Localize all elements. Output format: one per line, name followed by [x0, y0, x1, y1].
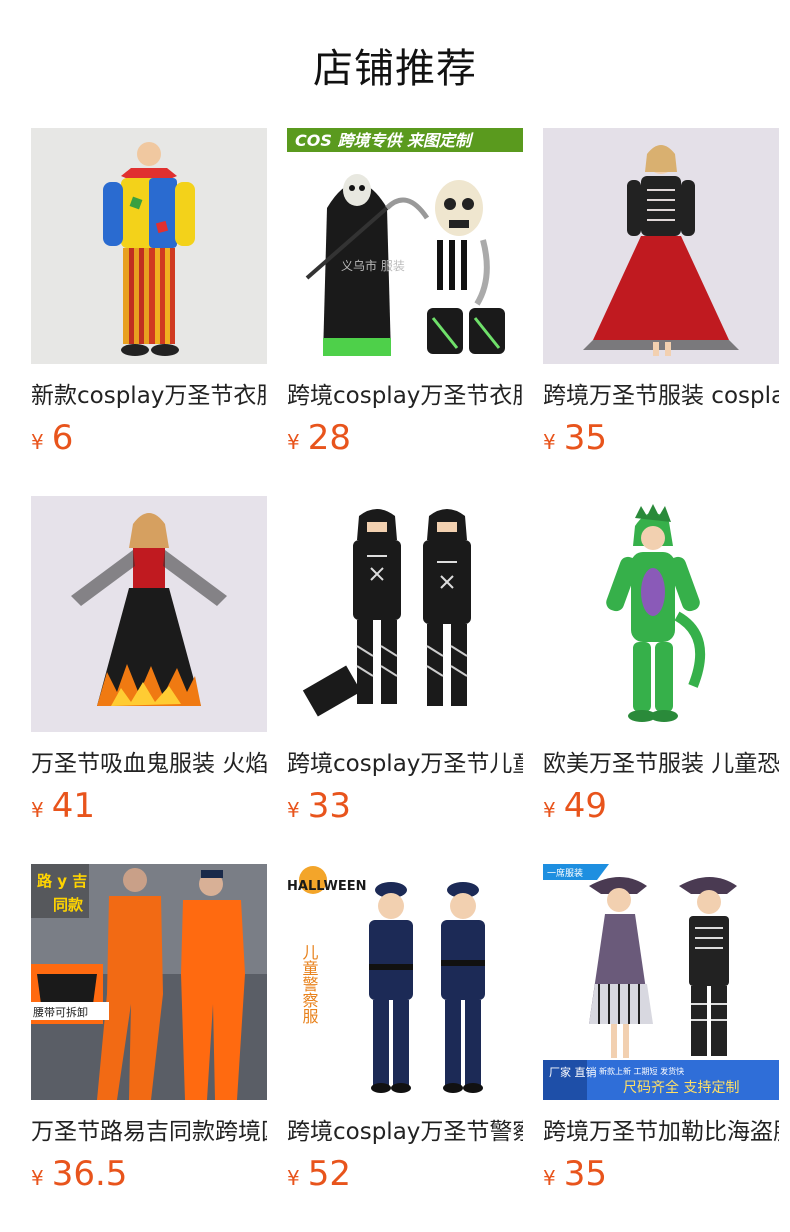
product-price: ¥52	[287, 1152, 351, 1196]
currency-symbol: ¥	[543, 1166, 556, 1190]
product-image[interactable]	[543, 496, 779, 732]
product-image[interactable]	[31, 496, 267, 732]
product-name[interactable]: 跨境万圣节加勒比海盗服装儿童	[543, 1116, 779, 1148]
price-value: 6	[51, 418, 74, 458]
section-title: 店铺推荐	[313, 46, 477, 92]
currency-symbol: ¥	[287, 430, 300, 454]
price-value: 41	[51, 786, 95, 826]
strip-main-text: 尺码齐全 支持定制	[623, 1079, 739, 1096]
product-price: ¥6	[31, 416, 73, 460]
note-text: 腰带可拆卸	[33, 1005, 88, 1019]
product-price: ¥28	[287, 416, 351, 460]
currency-symbol: ¥	[31, 1166, 44, 1190]
product-image[interactable]	[287, 496, 523, 732]
currency-symbol: ¥	[287, 1166, 300, 1190]
price-value: 33	[307, 786, 351, 826]
price-value: 52	[307, 1154, 351, 1194]
price-value: 35	[563, 418, 607, 458]
currency-symbol: ¥	[31, 430, 44, 454]
product-name[interactable]: 跨境cosplay万圣节警察服装儿童	[287, 1116, 523, 1148]
price-value: 28	[307, 418, 351, 458]
product-image[interactable]: 路 y 吉 同款 腰带可拆卸	[31, 864, 267, 1100]
badge-bottom-text: 同款	[53, 896, 84, 914]
strip-small-text: 新款上新 工期短 发货快	[599, 1066, 684, 1076]
product-image[interactable]	[31, 128, 267, 364]
product-name[interactable]: 万圣节路易吉同款跨境囚服	[31, 1116, 267, 1148]
product-price: ¥35	[543, 416, 607, 460]
product-image[interactable]: HALLWEEN 儿童警察服	[287, 864, 523, 1100]
promo-banner-text: COS 跨境专供 来图定制	[295, 131, 474, 150]
corner-tag-text: 一席服装	[547, 867, 583, 879]
product-image[interactable]: 一席服装 厂家 直销 新款上新 工期短 发货快 尺码齐全 支持定制	[543, 864, 779, 1100]
strip-left-text: 厂家 直销	[549, 1065, 597, 1079]
watermark-text: 义乌市 服装	[341, 258, 405, 273]
product-price: ¥36.5	[31, 1152, 127, 1196]
price-value: 49	[563, 786, 607, 826]
product-price: ¥41	[31, 784, 95, 828]
currency-symbol: ¥	[31, 798, 44, 822]
product-name[interactable]: 跨境万圣节服装 cosplay女童骷髅裙	[543, 380, 779, 412]
product-name[interactable]: 跨境cosplay万圣节衣服儿童死神服装	[287, 380, 523, 412]
product-image[interactable]: COS 跨境专供 来图定制 义乌市 服装	[287, 128, 523, 364]
vertical-label-text: 儿童警察服	[300, 944, 319, 1025]
badge-top-text: 路 y 吉	[37, 872, 87, 890]
product-image[interactable]	[543, 128, 779, 364]
currency-symbol: ¥	[287, 798, 300, 822]
product-name[interactable]: 新款cosplay万圣节衣服小丑服装成人款	[31, 380, 267, 412]
currency-symbol: ¥	[543, 430, 556, 454]
price-value: 35	[563, 1154, 607, 1194]
product-price: ¥35	[543, 1152, 607, 1196]
halloween-badge-text: HALLWEEN	[287, 879, 366, 894]
product-name[interactable]: 跨境cosplay万圣节儿童忍者服装	[287, 748, 523, 780]
price-value: 36.5	[51, 1154, 128, 1194]
product-price: ¥49	[543, 784, 607, 828]
currency-symbol: ¥	[543, 798, 556, 822]
product-name[interactable]: 万圣节吸血鬼服装 火焰长裙女童	[31, 748, 267, 780]
product-price: ¥33	[287, 784, 351, 828]
product-name[interactable]: 欧美万圣节服装 儿童恐龙连体衣	[543, 748, 779, 780]
